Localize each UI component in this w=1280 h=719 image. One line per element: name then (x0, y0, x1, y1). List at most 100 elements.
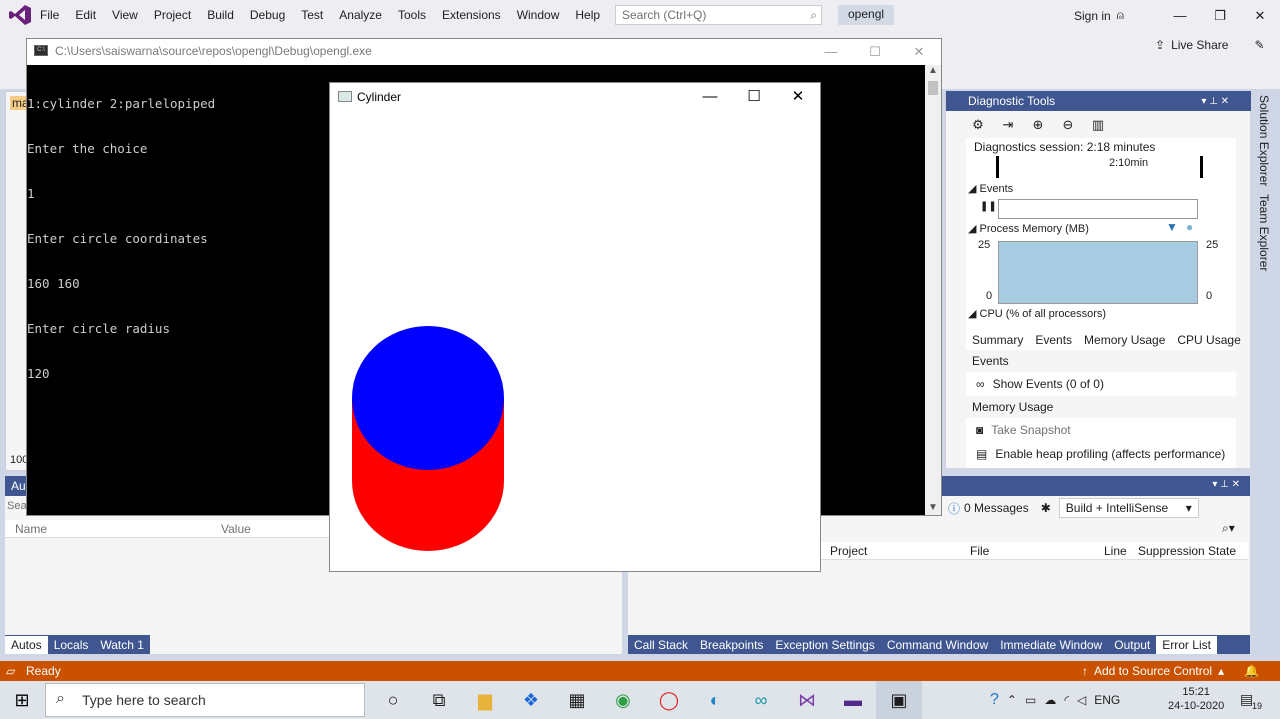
tab-command-window[interactable]: Command Window (881, 636, 994, 654)
menu-window[interactable]: Window (509, 0, 568, 31)
tab-locals[interactable]: Locals (48, 636, 95, 654)
menu-tools[interactable]: Tools (390, 0, 434, 31)
col-project[interactable]: Project (820, 542, 960, 560)
panel-options-icon[interactable]: ▾ ⊥ ✕ (1201, 96, 1229, 107)
take-snapshot-link[interactable]: ◙ Take Snapshot (966, 418, 1236, 442)
wifi-icon[interactable]: ◜ (1064, 693, 1069, 707)
cpu-graph-header[interactable]: ◢ CPU (% of all processors) (968, 307, 1106, 320)
close-icon[interactable]: ✕ (1240, 0, 1280, 31)
menu-extensions[interactable]: Extensions (434, 0, 509, 31)
build-filter-icon[interactable]: ✱ (1041, 501, 1051, 515)
close-icon[interactable]: ✕ (776, 84, 820, 110)
opengl-window[interactable]: Cylinder — ☐ ✕ (329, 82, 821, 572)
help-icon[interactable]: ? (990, 691, 999, 709)
build-scope-select[interactable]: Build + IntelliSense ▾ (1058, 498, 1199, 518)
minimize-icon[interactable]: — (688, 84, 732, 110)
feedback-icon[interactable]: ✎ (1254, 38, 1264, 52)
restore-icon[interactable]: ❐ (1200, 0, 1240, 31)
opengl-canvas[interactable] (330, 111, 820, 571)
tab-breakpoints[interactable]: Breakpoints (694, 636, 769, 654)
show-events-link[interactable]: ∞ Show Events (0 of 0) (966, 372, 1236, 396)
battery-icon[interactable]: ▭ (1025, 693, 1036, 707)
tab-exception-settings[interactable]: Exception Settings (769, 636, 880, 654)
search-icon[interactable]: ⌕▾ (1222, 521, 1235, 536)
minimize-icon[interactable]: — (1160, 0, 1200, 31)
console-title-bar[interactable]: C:\ C:\Users\saiswarna\source\repos\open… (27, 39, 941, 65)
edge-icon[interactable]: ◐ (692, 681, 738, 719)
source-control-button[interactable]: ↑ Add to Source Control ▴ (1082, 664, 1224, 678)
menu-build[interactable]: Build (199, 0, 242, 31)
live-share-button[interactable]: ⇪ Live Share ✎ (1155, 38, 1265, 52)
task-view-icon[interactable]: ⧉ (416, 681, 462, 719)
events-graph-header[interactable]: ◢ Events (968, 182, 1013, 195)
taskbar-search-input[interactable]: ⌕ Type here to search (45, 683, 365, 717)
scroll-thumb[interactable] (928, 81, 938, 95)
onedrive-icon[interactable]: ☁ (1044, 693, 1056, 707)
scroll-up-icon[interactable]: ▲ (928, 65, 938, 76)
file-explorer-icon[interactable]: ▆ (462, 681, 508, 719)
tab-events[interactable]: Events (1029, 330, 1078, 350)
tab-output[interactable]: Output (1108, 636, 1156, 654)
col-name[interactable]: Name (5, 520, 211, 538)
tab-memory-usage[interactable]: Memory Usage (1078, 330, 1171, 350)
store-icon[interactable]: ▦ (554, 681, 600, 719)
zoom-in-icon[interactable]: ⊕ (1026, 114, 1050, 136)
settings-icon[interactable]: ⚙ (966, 114, 990, 136)
heap-profiling-toggle[interactable]: ▤ Enable heap profiling (affects performa… (966, 442, 1236, 466)
menu-test[interactable]: Test (293, 0, 331, 31)
visual-studio-icon[interactable]: ⋈ (784, 681, 830, 719)
vs-search-input[interactable]: Search (Ctrl+Q) ⌕ (615, 5, 822, 25)
cortana-icon[interactable]: ○ (370, 681, 416, 719)
notifications-icon[interactable]: 🔔 (1244, 664, 1259, 678)
export-icon[interactable]: ⇥ (996, 114, 1020, 136)
menu-file[interactable]: File (32, 0, 67, 31)
menu-view[interactable]: View (104, 0, 146, 31)
chrome-icon[interactable]: ◉ (600, 681, 646, 719)
tray-expand-icon[interactable]: ⌃ (1007, 693, 1017, 707)
tab-solution-explorer[interactable]: Solution Explorer (1253, 91, 1275, 190)
menu-help[interactable]: Help (567, 0, 608, 31)
col-suppression-state[interactable]: Suppression State (1134, 542, 1240, 560)
maximize-icon[interactable]: ☐ (732, 84, 776, 110)
console-app-icon[interactable]: ▬ (830, 681, 876, 719)
zoom-out-icon[interactable]: ⊖ (1056, 114, 1080, 136)
menu-project[interactable]: Project (146, 0, 199, 31)
arduino-icon[interactable]: ∞ (738, 681, 784, 719)
minimize-icon[interactable]: — (809, 40, 853, 64)
opengl-app-icon[interactable]: ▣ (876, 681, 922, 719)
tab-autos[interactable]: Autos (5, 635, 48, 654)
autos-search-stub[interactable]: Sea (7, 500, 27, 512)
tab-team-explorer[interactable]: Team Explorer (1253, 190, 1275, 275)
tab-error-list[interactable]: Error List (1156, 635, 1217, 654)
memory-graph-header[interactable]: ◢ Process Memory (MB) (968, 222, 1089, 235)
sign-in-link[interactable]: Sign in ⍝ (1074, 8, 1124, 23)
scroll-down-icon[interactable]: ▼ (928, 502, 938, 513)
opera-icon[interactable]: ◯ (646, 681, 692, 719)
close-icon[interactable]: ✕ (897, 40, 941, 64)
tab-watch-1[interactable]: Watch 1 (94, 636, 150, 654)
col-line[interactable]: Line (1100, 542, 1134, 560)
tab-call-stack[interactable]: Call Stack (628, 636, 694, 654)
tab-immediate-window[interactable]: Immediate Window (994, 636, 1108, 654)
pause-icon[interactable]: ❚❚ (980, 201, 997, 212)
language-indicator[interactable]: ENG (1094, 693, 1120, 707)
tab-summary[interactable]: Summary (966, 330, 1030, 350)
system-clock[interactable]: 15:21 24-10-2020 (1168, 685, 1224, 713)
chart-icon[interactable]: ▥ (1086, 114, 1110, 136)
dropbox-icon[interactable]: ❖ (508, 681, 554, 719)
windows-start-icon[interactable]: ⊞ (0, 681, 44, 719)
menu-edit[interactable]: Edit (67, 0, 104, 31)
col-file[interactable]: File (960, 542, 1100, 560)
maximize-icon[interactable]: ☐ (853, 40, 897, 64)
volume-icon[interactable]: ◁ (1077, 693, 1086, 707)
panel-options-icon[interactable]: ▾ ⊥ ✕ (1212, 479, 1240, 490)
menu-debug[interactable]: Debug (242, 0, 293, 31)
timeline-ruler[interactable]: 2:10min (996, 156, 1203, 178)
messages-filter[interactable]: 0 Messages (964, 501, 1029, 515)
menu-analyze[interactable]: Analyze (331, 0, 390, 31)
tab-cpu-usage[interactable]: CPU Usage (1171, 330, 1246, 350)
opengl-title-bar[interactable]: Cylinder — ☐ ✕ (330, 83, 820, 111)
console-title: C:\Users\saiswarna\source\repos\opengl\D… (55, 44, 372, 58)
col-value[interactable]: Value (211, 520, 261, 538)
console-scrollbar[interactable]: ▲ ▼ (925, 65, 941, 515)
